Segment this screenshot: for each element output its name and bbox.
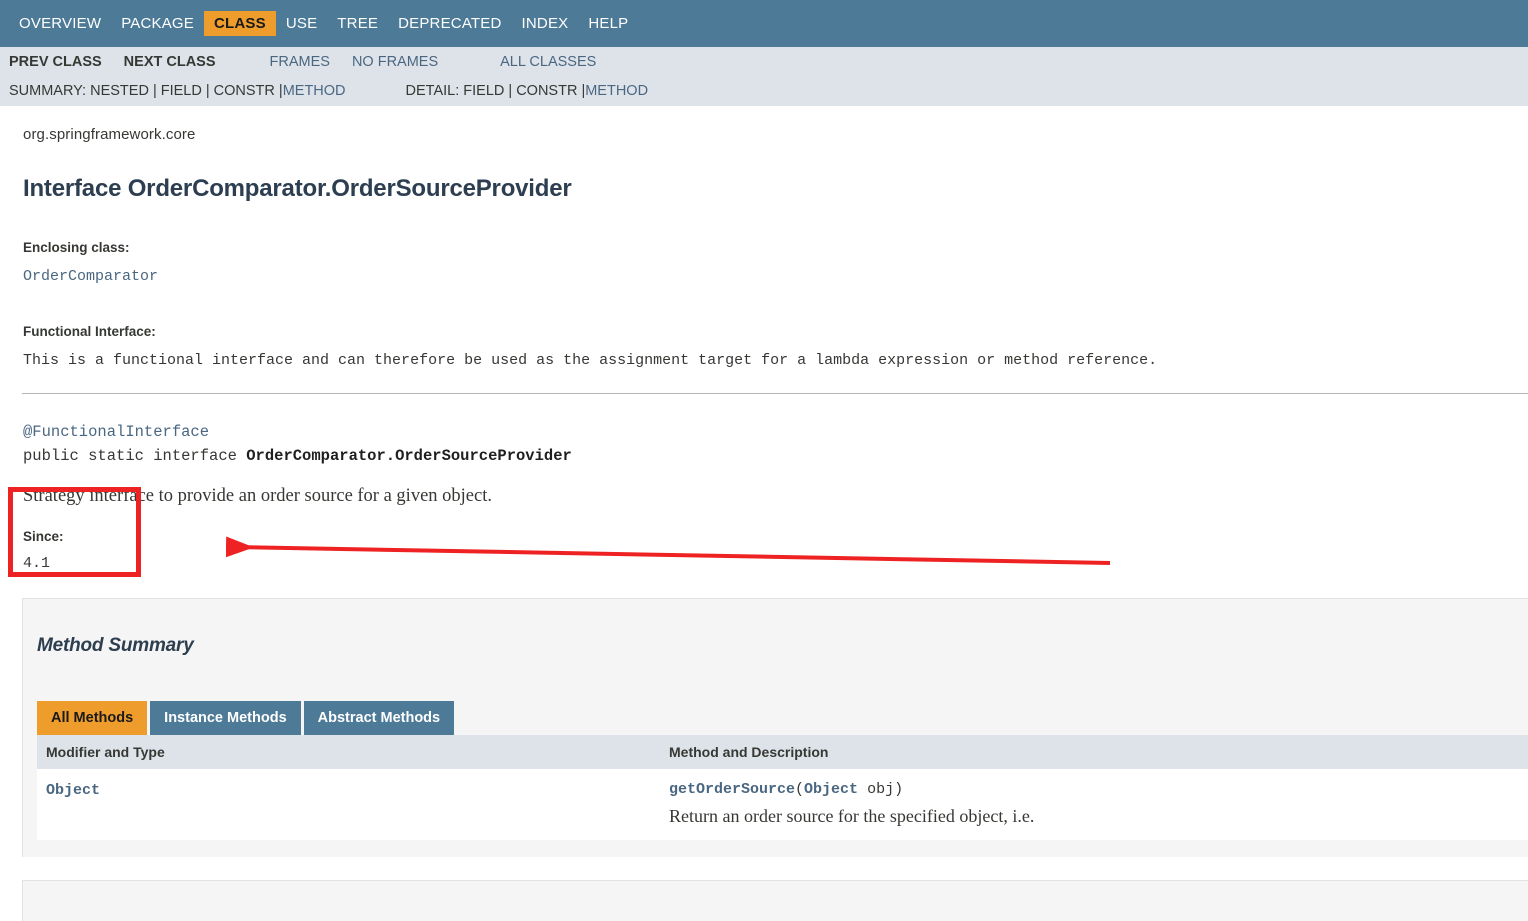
- tab-abstract-methods[interactable]: Abstract Methods: [303, 701, 455, 736]
- type-description: Strategy interface to provide an order s…: [23, 486, 492, 507]
- nav-link-use[interactable]: USE: [276, 11, 327, 36]
- nav-item-tree[interactable]: TREE: [327, 11, 388, 36]
- top-navigation-bar: OVERVIEW PACKAGE CLASS USE TREE DEPRECAT…: [0, 0, 1528, 47]
- nav-item-class[interactable]: CLASS: [204, 11, 276, 36]
- nav-link-index[interactable]: INDEX: [512, 11, 579, 36]
- detail-label: DETAIL: FIELD | CONSTR |: [405, 83, 586, 99]
- cell-modifier-and-type: Object: [37, 769, 656, 841]
- detail-method-link[interactable]: METHOD: [585, 83, 648, 99]
- paren-open: (: [795, 781, 805, 799]
- method-summary-heading: Method Summary: [37, 635, 194, 657]
- tab-instance-methods[interactable]: Instance Methods: [150, 701, 301, 736]
- top-nav-list: OVERVIEW PACKAGE CLASS USE TREE DEPRECAT…: [9, 11, 638, 36]
- frames-link[interactable]: FRAMES: [270, 54, 330, 70]
- nav-link-help[interactable]: HELP: [578, 11, 638, 36]
- functional-interface-text: This is a functional interface and can t…: [23, 352, 1158, 370]
- section-divider: [22, 393, 1528, 395]
- enclosing-class-link[interactable]: OrderComparator: [23, 267, 1528, 287]
- next-class-link[interactable]: NEXT CLASS: [124, 54, 216, 70]
- sub-nav-row-classnav: PREV CLASS NEXT CLASS FRAMES NO FRAMES A…: [0, 47, 1528, 76]
- method-summary-panel: Method Summary All Methods Instance Meth…: [22, 598, 1528, 858]
- type-declaration: @FunctionalInterface public static inter…: [0, 420, 1528, 468]
- nav-link-deprecated[interactable]: DEPRECATED: [388, 11, 511, 36]
- enclosing-class-block: Enclosing class: OrderComparator: [0, 239, 1528, 287]
- functional-interface-annotation: @FunctionalInterface: [23, 423, 210, 442]
- method-summary-table-body: Object getOrderSource(Object obj) Return…: [37, 769, 1528, 841]
- table-row: Object getOrderSource(Object obj) Return…: [37, 769, 1528, 841]
- method-summary-table-head: Modifier and Type Method and Description: [37, 735, 1528, 770]
- nav-item-package[interactable]: PACKAGE: [111, 11, 204, 36]
- method-summary-table: Modifier and Type Method and Description…: [37, 735, 1528, 841]
- nav-item-deprecated[interactable]: DEPRECATED: [388, 11, 511, 36]
- paren-close: ): [894, 781, 904, 799]
- method-signature: getOrderSource(Object obj): [669, 781, 1528, 798]
- all-classes-link[interactable]: ALL CLASSES: [500, 54, 596, 70]
- nav-link-class[interactable]: CLASS: [204, 11, 276, 36]
- package-name: org.springframework.core: [23, 126, 196, 143]
- method-name-link[interactable]: getOrderSource: [669, 781, 795, 798]
- return-type-link[interactable]: Object: [46, 782, 100, 799]
- parameter-name: [858, 781, 867, 798]
- table-header-row: Modifier and Type Method and Description: [37, 735, 1528, 770]
- method-summary-panel-footer: [23, 840, 1528, 858]
- parameter-type-link[interactable]: Object: [804, 781, 858, 798]
- declaration-modifiers: public static interface: [23, 447, 247, 466]
- nav-link-package[interactable]: PACKAGE: [111, 11, 204, 36]
- enclosing-class-label: Enclosing class:: [23, 240, 130, 256]
- parameter-name-value: obj: [867, 781, 895, 799]
- column-header-method-and-description: Method and Description: [656, 735, 1528, 770]
- no-frames-link[interactable]: NO FRAMES: [352, 54, 438, 70]
- main-content: org.springframework.core Interface Order…: [0, 106, 1528, 921]
- page-title: Interface OrderComparator.OrderSourcePro…: [23, 175, 572, 203]
- declaration-line: public static interface OrderComparator.…: [23, 444, 1528, 468]
- method-filter-tabs: All Methods Instance Methods Abstract Me…: [23, 676, 1528, 736]
- since-block: Since: 4.1: [0, 529, 1528, 572]
- nav-item-index[interactable]: INDEX: [512, 11, 579, 36]
- cell-method-and-description: getOrderSource(Object obj) Return an ord…: [656, 769, 1528, 841]
- nav-item-help[interactable]: HELP: [578, 11, 638, 36]
- summary-label: SUMMARY: NESTED | FIELD | CONSTR |: [9, 83, 283, 99]
- next-section-placeholder: [22, 880, 1528, 921]
- column-header-modifier-and-type: Modifier and Type: [37, 735, 656, 770]
- summary-method-link[interactable]: METHOD: [283, 83, 346, 99]
- functional-interface-label: Functional Interface:: [23, 324, 156, 340]
- declaration-type-name: OrderComparator.OrderSourceProvider: [246, 447, 572, 466]
- method-description: Return an order source for the specified…: [669, 806, 1035, 827]
- sub-nav-row-summary-detail: SUMMARY: NESTED | FIELD | CONSTR | METHO…: [0, 76, 1528, 106]
- sub-navigation-bar: PREV CLASS NEXT CLASS FRAMES NO FRAMES A…: [0, 47, 1528, 106]
- nav-link-overview[interactable]: OVERVIEW: [9, 11, 111, 36]
- nav-link-tree[interactable]: TREE: [327, 11, 388, 36]
- functional-interface-block: Functional Interface: This is a function…: [0, 323, 1528, 371]
- nav-item-use[interactable]: USE: [276, 11, 327, 36]
- since-label: Since:: [23, 529, 64, 545]
- since-value: 4.1: [23, 555, 51, 573]
- tab-all-methods[interactable]: All Methods: [37, 701, 148, 736]
- prev-class-link[interactable]: PREV CLASS: [9, 54, 102, 70]
- nav-item-overview[interactable]: OVERVIEW: [9, 11, 111, 36]
